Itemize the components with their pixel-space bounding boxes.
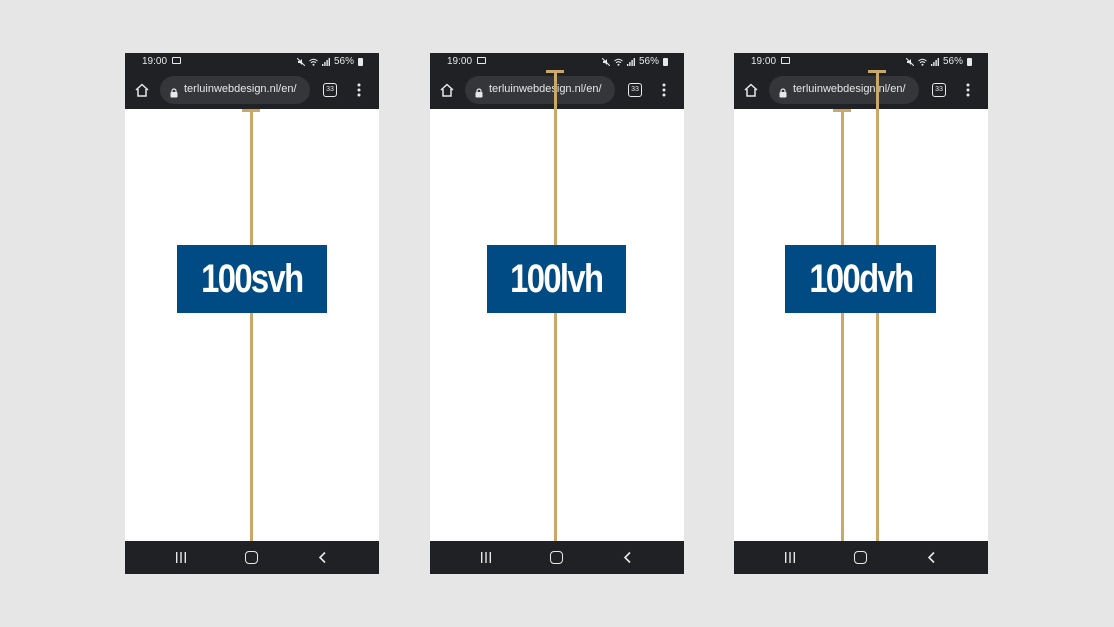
- address-bar[interactable]: terluinwebdesign.nl/en/: [465, 76, 615, 104]
- mute-icon: [905, 57, 914, 66]
- mail-icon: [781, 57, 790, 64]
- address-bar[interactable]: terluinwebdesign.nl/en/: [160, 76, 310, 104]
- viewport-unit-label-text: 100dvh: [808, 256, 914, 301]
- viewport-unit-label-text: 100lvh: [510, 256, 604, 301]
- browser-toolbar: terluinwebdesign.nl/en/ 33: [734, 71, 988, 109]
- battery-percent: 56%: [638, 56, 659, 67]
- url-text: terluinwebdesign.nl/en/: [184, 83, 297, 95]
- url-text: terluinwebdesign.nl/en/: [793, 83, 906, 95]
- recents-icon[interactable]: [783, 551, 797, 564]
- home-icon[interactable]: [134, 82, 150, 98]
- viewport-unit-label-text: 100svh: [201, 256, 304, 301]
- more-vert-icon[interactable]: [658, 82, 670, 98]
- viewport-height-line: [250, 109, 253, 541]
- mute-icon: [296, 57, 305, 66]
- tab-switcher-button[interactable]: 33: [628, 83, 642, 97]
- status-time: 19:00: [447, 56, 473, 67]
- back-icon[interactable]: [622, 551, 634, 564]
- battery-percent: 56%: [942, 56, 963, 67]
- status-bar: 19:00 56%: [734, 53, 988, 71]
- nav-home-icon[interactable]: [550, 551, 563, 564]
- mute-icon: [601, 57, 610, 66]
- status-time: 19:00: [751, 56, 777, 67]
- status-bar: 19:00 56%: [125, 53, 379, 71]
- lock-icon: [170, 85, 178, 98]
- url-text: terluinwebdesign.nl/en/: [489, 83, 602, 95]
- signal-icon: [626, 57, 635, 66]
- wifi-icon: [309, 58, 318, 66]
- back-icon[interactable]: [926, 551, 938, 564]
- browser-toolbar: terluinwebdesign.nl/en/ 33: [430, 71, 684, 109]
- android-nav-bar: [734, 541, 988, 574]
- phone-frame-lvh: 19:00 56% terluinwebdesign.nl/en/ 33 100…: [430, 53, 684, 574]
- signal-icon: [321, 57, 330, 66]
- browser-toolbar: terluinwebdesign.nl/en/ 33: [125, 71, 379, 109]
- android-nav-bar: [125, 541, 379, 574]
- address-bar[interactable]: terluinwebdesign.nl/en/: [769, 76, 919, 104]
- small-viewport-line: [841, 109, 844, 541]
- battery-icon: [663, 57, 668, 66]
- wifi-icon: [918, 58, 927, 66]
- small-viewport-cap-top: [833, 109, 851, 112]
- status-bar: 19:00 56%: [430, 53, 684, 71]
- home-icon[interactable]: [439, 82, 455, 98]
- tab-switcher-button[interactable]: 33: [323, 83, 337, 97]
- wifi-icon: [614, 58, 623, 66]
- viewport-unit-label: 100lvh: [487, 245, 626, 313]
- nav-home-icon[interactable]: [854, 551, 867, 564]
- status-time: 19:00: [142, 56, 168, 67]
- battery-icon: [967, 57, 972, 66]
- status-indicators: 56%: [296, 56, 363, 67]
- viewport-height-cap-top: [242, 109, 260, 112]
- mail-icon: [477, 57, 486, 64]
- battery-percent: 56%: [333, 56, 354, 67]
- more-vert-icon[interactable]: [962, 82, 974, 98]
- viewport-unit-label: 100dvh: [785, 245, 936, 313]
- status-indicators: 56%: [601, 56, 668, 67]
- status-indicators: 56%: [905, 56, 972, 67]
- recents-icon[interactable]: [174, 551, 188, 564]
- recents-icon[interactable]: [479, 551, 493, 564]
- android-nav-bar: [430, 541, 684, 574]
- large-viewport-cap-top: [868, 70, 886, 73]
- lock-icon: [475, 85, 483, 98]
- back-icon[interactable]: [317, 551, 329, 564]
- battery-icon: [358, 57, 363, 66]
- tab-switcher-button[interactable]: 33: [932, 83, 946, 97]
- viewport-unit-label: 100svh: [177, 245, 327, 313]
- mail-icon: [172, 57, 181, 64]
- nav-home-icon[interactable]: [245, 551, 258, 564]
- phone-frame-svh: 19:00 56% terluinwebdesign.nl/en/ 33 100…: [125, 53, 379, 574]
- lock-icon: [779, 85, 787, 98]
- home-icon[interactable]: [743, 82, 759, 98]
- viewport-height-cap-top: [546, 70, 564, 73]
- signal-icon: [930, 57, 939, 66]
- more-vert-icon[interactable]: [353, 82, 365, 98]
- phone-frame-dvh: 19:00 56% terluinwebdesign.nl/en/ 33 100…: [734, 53, 988, 574]
